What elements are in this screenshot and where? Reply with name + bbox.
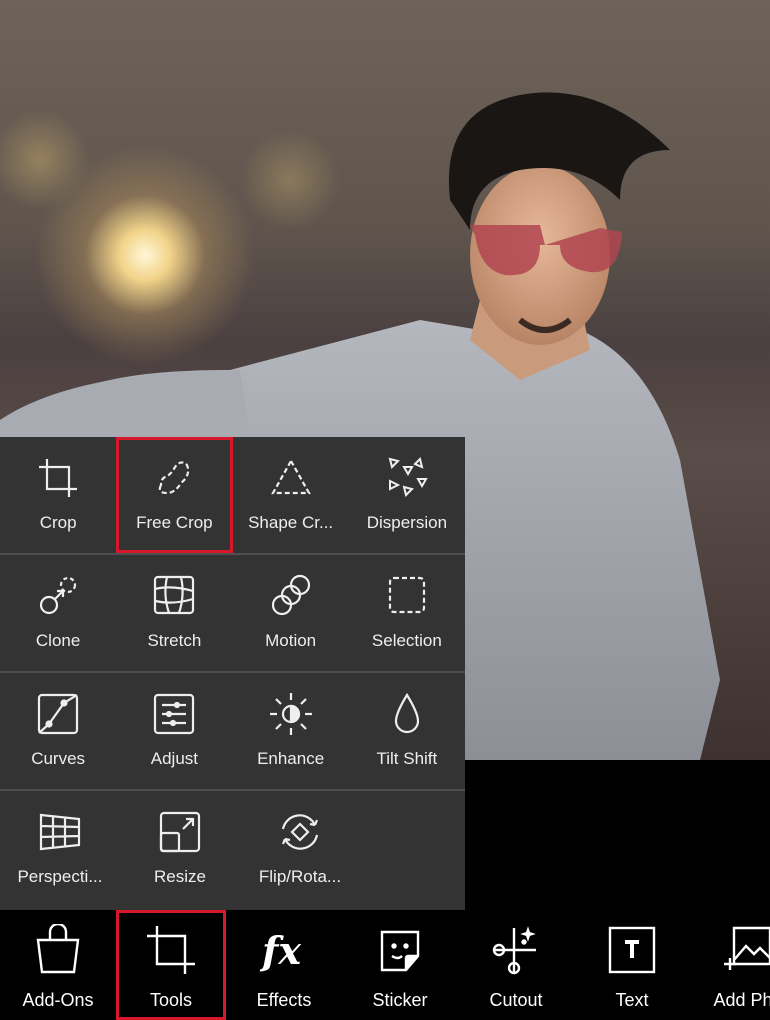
tool-shape-crop[interactable]: Shape Cr...	[233, 437, 349, 553]
flip-rotate-icon	[281, 814, 319, 850]
sticker-icon	[380, 930, 420, 972]
nav-label: Add Pho	[713, 990, 770, 1010]
tool-clone[interactable]: Clone	[0, 555, 116, 671]
nav-label: Cutout	[489, 990, 543, 1010]
bottom-toolbar: Add-Ons Tools fx Effects Sticker Cutout T…	[0, 910, 770, 1020]
nav-tools[interactable]: Tools	[116, 910, 226, 1020]
tool-enhance[interactable]: Enhance	[233, 673, 349, 789]
tool-label: Curves	[31, 749, 86, 768]
shopping-bag-icon	[36, 924, 80, 974]
tool-label: Shape Cr...	[248, 513, 334, 532]
clone-icon	[40, 576, 77, 615]
nav-sticker[interactable]: Sticker	[342, 910, 458, 1020]
nav-label: Add-Ons	[22, 990, 94, 1010]
perspective-icon	[39, 813, 81, 851]
adjust-icon	[154, 693, 195, 735]
tool-dispersion[interactable]: Dispersion	[349, 437, 465, 553]
add-photo-icon	[724, 926, 770, 970]
nav-label: Tools	[149, 990, 193, 1010]
nav-effects[interactable]: fx Effects	[226, 910, 342, 1020]
fx-icon: fx	[259, 928, 302, 973]
resize-icon	[159, 811, 201, 853]
scissors-icon	[492, 926, 536, 975]
selection-icon	[388, 576, 425, 614]
tool-selection[interactable]: Selection	[349, 555, 465, 671]
tool-label: Selection	[371, 631, 442, 650]
tool-resize[interactable]: Resize	[120, 791, 240, 909]
tool-motion[interactable]: Motion	[233, 555, 349, 671]
crop-icon	[147, 926, 195, 974]
tool-label: Motion	[265, 631, 317, 650]
nav-add-ons[interactable]: Add-Ons	[0, 910, 116, 1020]
tool-crop[interactable]: Crop	[0, 437, 116, 553]
tool-tilt-shift[interactable]: Tilt Shift	[349, 673, 465, 789]
text-icon	[608, 926, 656, 974]
tool-free-crop[interactable]: Free Crop	[116, 437, 233, 553]
motion-icon	[271, 574, 310, 616]
tool-perspective[interactable]: Perspecti...	[0, 791, 120, 909]
tools-panel: Crop Free Crop Shape Cr... Dispersion Cl…	[0, 437, 465, 910]
enhance-icon	[269, 693, 312, 735]
tool-label: Clone	[35, 631, 81, 650]
nav-add-photo[interactable]: Add Pho	[690, 910, 770, 1020]
tool-label: Flip/Rota...	[258, 867, 342, 886]
tool-label: Perspecti...	[17, 867, 103, 886]
tool-label: Free Crop	[136, 513, 213, 532]
shape-crop-icon	[270, 458, 311, 495]
tool-label: Enhance	[257, 749, 325, 768]
nav-label: Effects	[256, 990, 312, 1010]
tilt-shift-icon	[394, 692, 419, 734]
stretch-icon	[154, 575, 195, 615]
crop-icon	[39, 459, 78, 497]
tool-curves[interactable]: Curves	[0, 673, 116, 789]
free-crop-icon	[159, 461, 190, 495]
tool-label: Resize	[154, 867, 206, 886]
tool-label: Stretch	[147, 631, 202, 650]
dispersion-icon	[388, 457, 428, 497]
tool-label: Adjust	[150, 749, 198, 768]
tool-label: Crop	[39, 513, 77, 532]
nav-label: Text	[615, 990, 649, 1010]
nav-label: Sticker	[372, 990, 428, 1010]
svg-text:fx: fx	[259, 928, 302, 973]
curves-icon	[38, 693, 79, 735]
nav-text[interactable]: Text	[574, 910, 690, 1020]
tool-label: Dispersion	[366, 513, 448, 532]
tool-label: Tilt Shift	[376, 749, 438, 768]
tool-adjust[interactable]: Adjust	[116, 673, 232, 789]
tool-flip-rotate[interactable]: Flip/Rota...	[240, 791, 360, 909]
tool-stretch[interactable]: Stretch	[116, 555, 232, 671]
nav-cutout[interactable]: Cutout	[458, 910, 574, 1020]
